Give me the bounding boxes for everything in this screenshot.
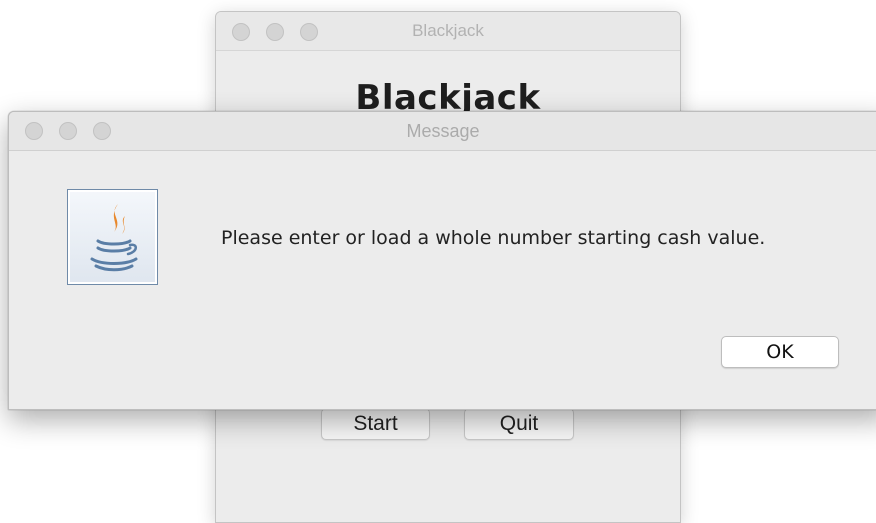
- quit-button[interactable]: Quit: [464, 408, 574, 440]
- dialog-message: Please enter or load a whole number star…: [221, 227, 766, 249]
- blackjack-titlebar[interactable]: Blackjack: [216, 12, 680, 51]
- message-dialog: Message Please enter or load a whole num…: [8, 111, 876, 410]
- start-button[interactable]: Start: [321, 408, 430, 440]
- dialog-title: Message: [406, 121, 480, 141]
- window-title: Blackjack: [412, 21, 484, 40]
- dialog-titlebar[interactable]: Message: [9, 112, 876, 151]
- ok-button[interactable]: OK: [721, 336, 839, 368]
- java-logo-icon: [67, 189, 158, 285]
